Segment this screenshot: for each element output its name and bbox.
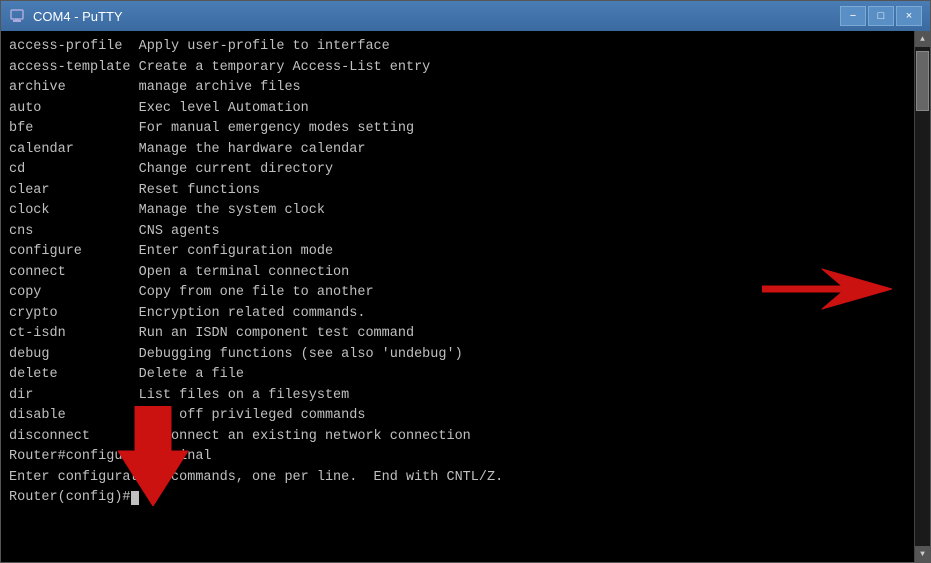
- scroll-down-button[interactable]: ▼: [915, 546, 931, 562]
- app-icon: [9, 8, 25, 24]
- maximize-button[interactable]: □: [868, 6, 894, 26]
- scroll-up-button[interactable]: ▲: [915, 31, 931, 47]
- terminal-area: access-profile Apply user-profile to int…: [1, 31, 930, 562]
- window-title: COM4 - PuTTY: [33, 9, 840, 24]
- close-button[interactable]: ×: [896, 6, 922, 26]
- right-arrow-annotation: [762, 264, 892, 314]
- down-arrow-annotation: [113, 406, 193, 506]
- terminal-output[interactable]: access-profile Apply user-profile to int…: [1, 31, 914, 562]
- minimize-button[interactable]: −: [840, 6, 866, 26]
- scrollbar-thumb[interactable]: [916, 51, 929, 111]
- scrollbar[interactable]: ▲ ▼: [914, 31, 930, 562]
- command-list: access-profile Apply user-profile to int…: [9, 37, 906, 447]
- title-bar: COM4 - PuTTY − □ ×: [1, 1, 930, 31]
- putty-window: COM4 - PuTTY − □ × access-profile Apply …: [0, 0, 931, 563]
- scrollbar-track: [915, 47, 930, 546]
- window-controls: − □ ×: [840, 6, 922, 26]
